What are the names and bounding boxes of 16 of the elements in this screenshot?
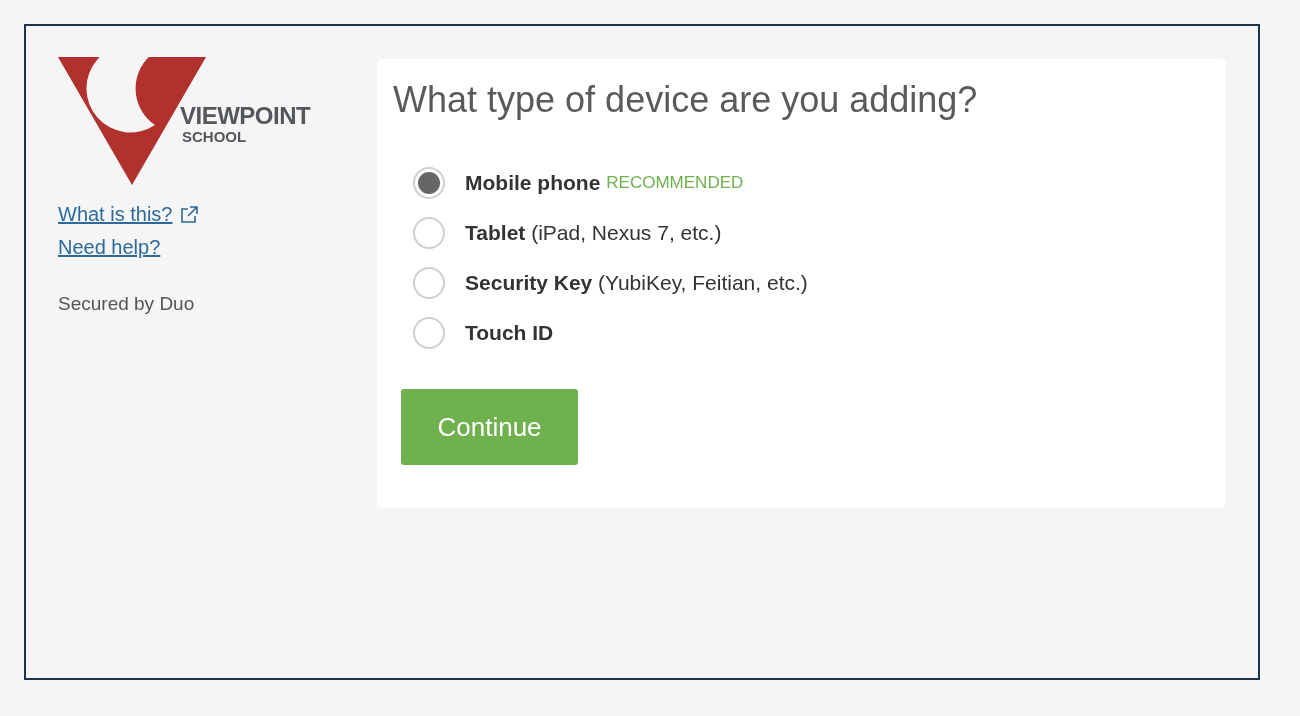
option-label: Tablet (iPad, Nexus 7, etc.) [465, 221, 722, 245]
option-label: Security Key (YubiKey, Feitian, etc.) [465, 271, 808, 295]
help-link[interactable]: Need help? [58, 236, 161, 259]
radio-button[interactable] [413, 167, 445, 199]
help-link[interactable]: What is this? [58, 203, 173, 226]
logo-text: VIEWPOINT [180, 103, 311, 129]
option-label: Mobile phone [465, 171, 601, 195]
logo-text: SCHOOL [182, 129, 248, 145]
radio-button[interactable] [413, 217, 445, 249]
option-label: Touch ID [465, 321, 554, 345]
recommended-tag: RECOMMENDED [606, 173, 744, 193]
secured-by-text: Secured by Duo [58, 293, 196, 315]
radio-button[interactable] [413, 267, 445, 299]
external-link-icon [180, 205, 199, 224]
radio-button[interactable] [413, 317, 445, 349]
card-title: What type of device are you adding? [393, 79, 979, 121]
